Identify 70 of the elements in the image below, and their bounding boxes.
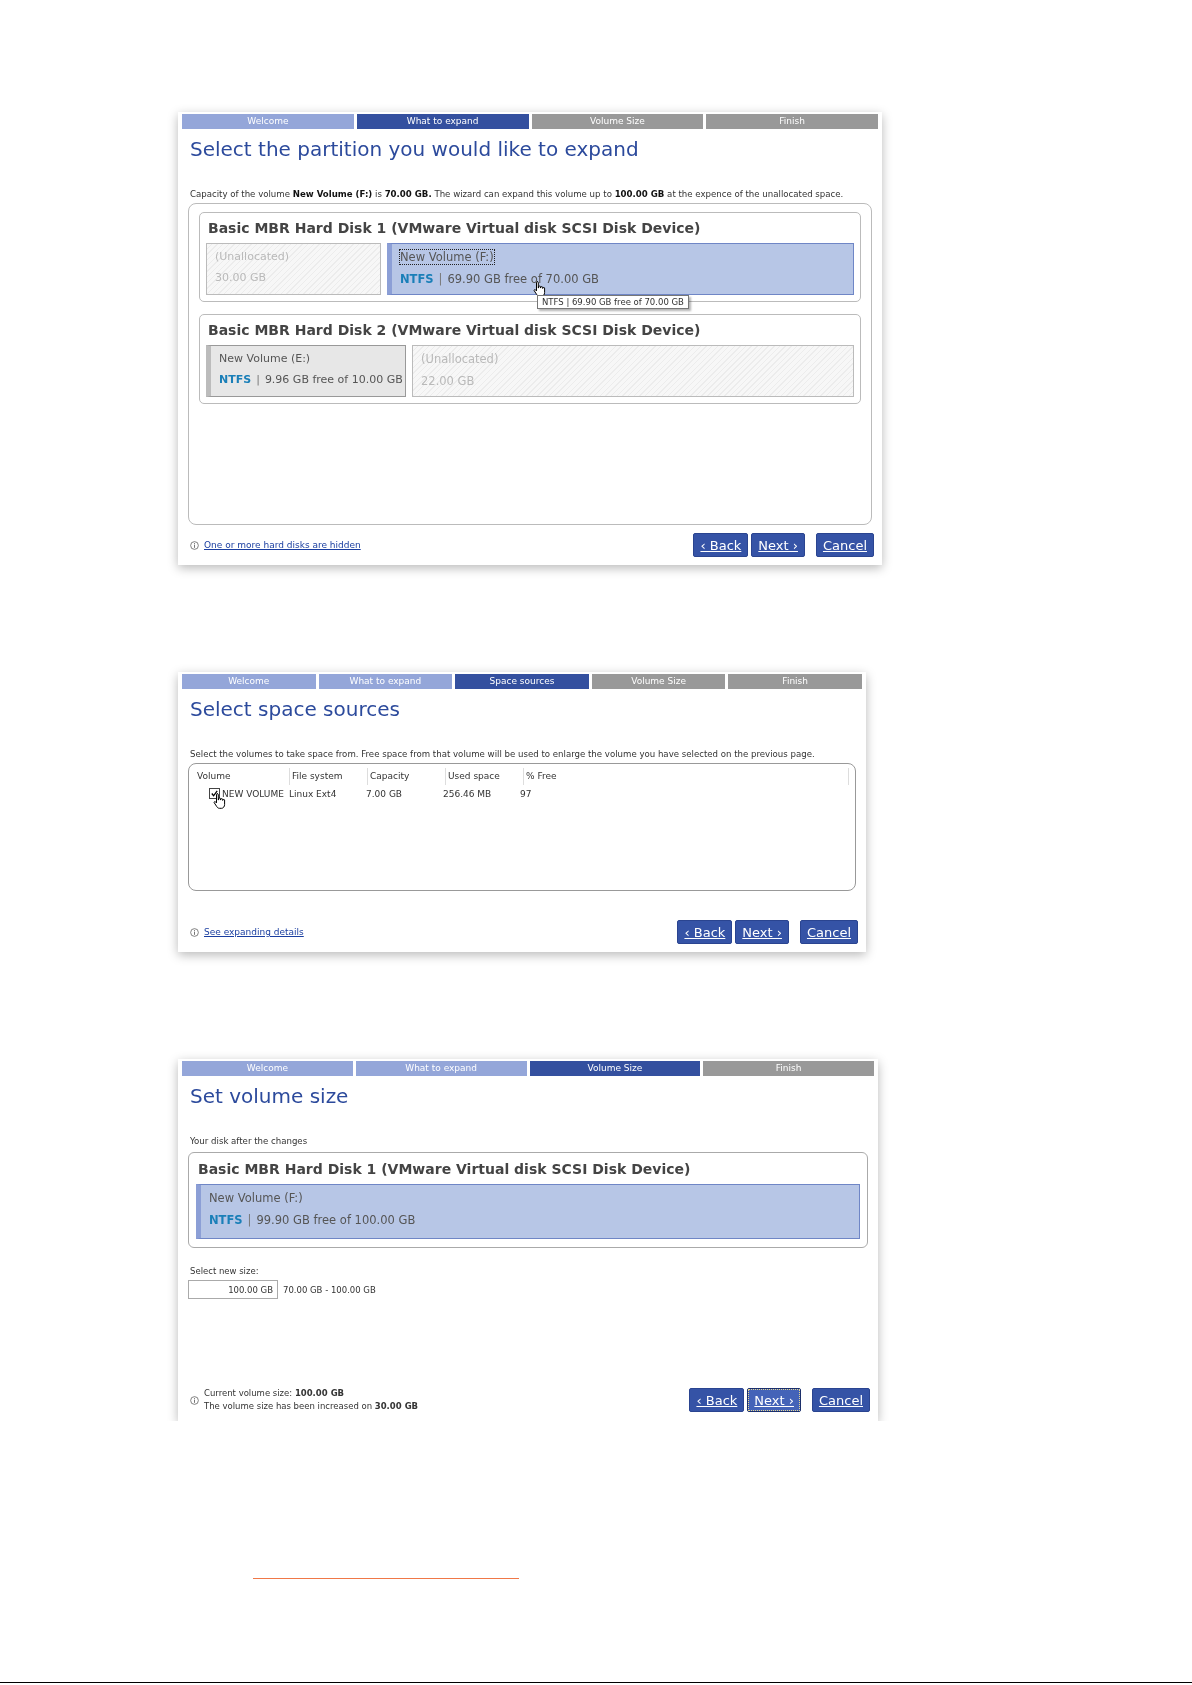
partition-info: 69.90 GB free of 70.00 GB [447,272,599,286]
details-link[interactable]: See expanding details [204,927,304,937]
partition-name: New Volume (E:) [219,352,312,365]
partition-size: 30.00 GB [215,271,268,284]
status-note: Current volume size: 100.00 GB [204,1387,346,1400]
status-note: The volume size has been increased on 30.00 GB [204,1400,419,1413]
back-button[interactable]: ‹ Back [689,1388,745,1412]
column-header: File system [290,768,368,785]
disk-title: Basic MBR Hard Disk 2 (VMware Virtual disk SCSI Disk Device) [208,322,702,338]
partition-size: 22.00 GB [421,374,476,388]
cancel-button[interactable]: Cancel [815,533,874,557]
partition-info: 99.90 GB free of 100.00 GB [256,1213,416,1227]
tooltip: NTFS | 69.90 GB free of 70.00 GB [537,295,689,309]
field-label: Select new size: [190,1266,260,1276]
file-system-label: NTFS [209,1213,243,1227]
disk-title: Basic MBR Hard Disk 1 (VMware Virtual disk SCSI Disk Device) [198,1161,692,1177]
separator: | [256,373,260,386]
page-title: Set volume size [190,1084,350,1108]
wizard-step: What to expand [355,1061,527,1076]
info-icon [190,1395,199,1405]
partition-name: (Unallocated) [421,352,500,366]
partition-name: New Volume (F:) [400,250,495,264]
column-header: Capacity [368,768,446,785]
description: Your disk after the changes [190,1136,309,1146]
wizard-step: Space sources [455,674,589,689]
size-field[interactable]: 100.00 GB [188,1280,278,1299]
table-cell-text: 7.00 GB [365,788,404,799]
column-header: % Free [524,768,849,785]
next-button[interactable]: Next › [735,920,789,944]
table-cell-text: Linux Ext4 [288,788,338,799]
wizard-step: Finish [703,1061,874,1076]
table-cell-text: 256.46 MB [442,788,493,799]
info-icon [190,540,199,550]
partition-name: New Volume (F:) [209,1191,304,1205]
page-title: Select the partition you would like to expand [190,137,640,161]
table-cell: NEW VOLUME [222,788,284,799]
wizard-step: Welcome [182,674,316,689]
volume-partition[interactable]: New Volume (F:) NTFS | 99.90 GB free of 100.00 GB [196,1184,860,1239]
wizard-step: Volume Size [531,114,704,129]
disk-title: Basic MBR Hard Disk 1 (VMware Virtual disk SCSI Disk Device) [208,220,702,236]
file-system-label: NTFS [219,373,252,386]
column-header: Used space [446,768,524,785]
table-cell-text: 97 [519,788,532,799]
wizard-step: What to expand [356,114,529,129]
wizard-step: Welcome [182,114,354,129]
file-system-label: NTFS [400,272,434,286]
description: Select the volumes to take space from. Free space from that volume will be used to enlarge the volume you have selected on the previous page. [190,749,816,759]
wizard-step: Volume Size [591,674,726,689]
cancel-button[interactable]: Cancel [799,920,858,944]
partition-info: 9.96 GB free of 10.00 GB [264,373,403,386]
separator: | [438,272,443,286]
column-header: Volume [195,768,290,785]
separator: | [247,1213,252,1227]
back-button[interactable]: ‹ Back [677,920,733,944]
wizard-step: Finish [728,674,862,689]
wizard-step: Welcome [182,1061,353,1076]
size-range: 70.00 GB - 100.00 GB [283,1284,376,1295]
next-button[interactable]: Next › [747,1388,801,1412]
info-icon [190,927,199,937]
details-link[interactable]: One or more hard disks are hidden [204,540,361,550]
volume-partition[interactable]: New Volume (E:) NTFS | 9.96 GB free of 10.00 GB [206,345,406,397]
back-button[interactable]: ‹ Back [693,533,749,557]
wizard-step: Volume Size [529,1061,701,1076]
wizard-step: Finish [706,114,878,129]
cancel-button[interactable]: Cancel [811,1388,870,1412]
wizard-step: What to expand [318,674,453,689]
page-title: Select space sources [190,697,401,721]
partition-name: (Unallocated) [215,250,291,263]
next-button[interactable]: Next › [751,533,805,557]
description: Capacity of the volume New Volume (F:) is 70.00 GB. The wizard can expand this volume up to 100.00 GB at the expence of the unallocated space. [190,189,845,199]
